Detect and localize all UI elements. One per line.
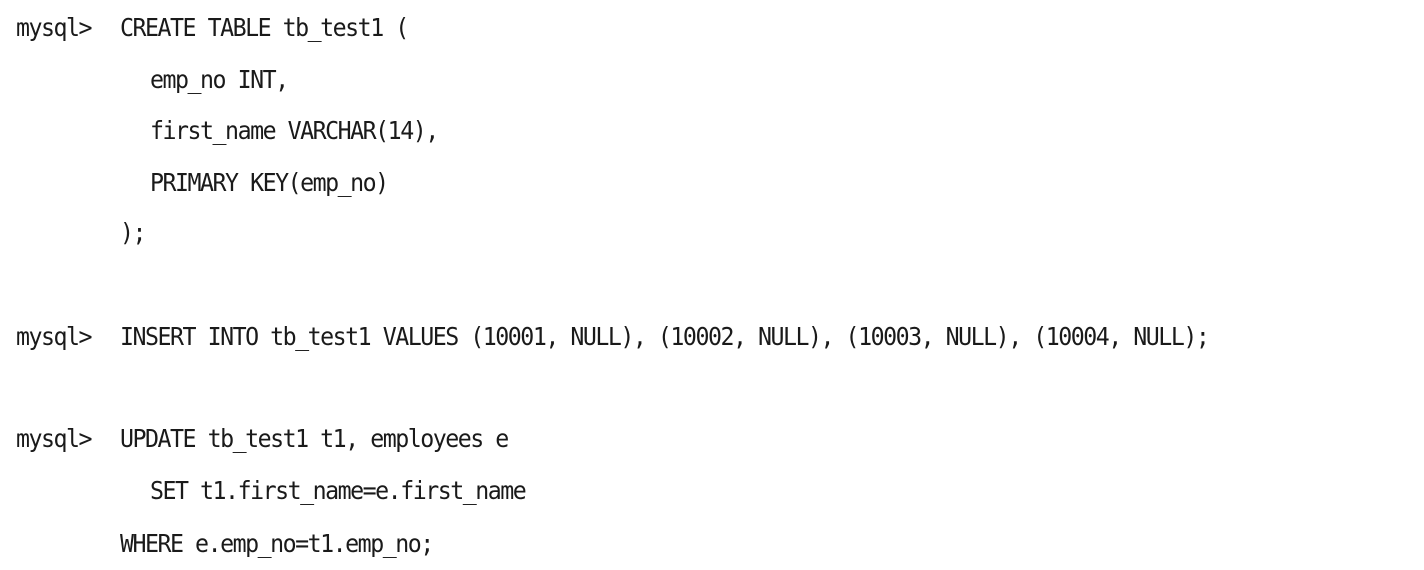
mysql-prompt: mysql> — [16, 322, 93, 351]
sql-code-block: mysql> CREATE TABLE tb_test1 ( emp_no IN… — [0, 0, 1424, 570]
create-table-close: ); — [120, 218, 147, 247]
column-def-first-name: first_name VARCHAR(14), — [150, 116, 439, 145]
mysql-prompt: mysql> — [16, 13, 93, 42]
update-where-clause: WHERE e.emp_no=t1.emp_no; — [120, 529, 434, 558]
primary-key-def: PRIMARY KEY(emp_no) — [150, 168, 389, 197]
create-table-line: CREATE TABLE tb_test1 ( — [120, 13, 409, 42]
update-statement-line: UPDATE tb_test1 t1, employees e — [120, 424, 509, 453]
mysql-prompt: mysql> — [16, 424, 93, 453]
insert-statement-line: INSERT INTO tb_test1 VALUES (10001, NULL… — [120, 322, 1210, 351]
column-def-emp-no: emp_no INT, — [150, 65, 289, 94]
update-set-clause: SET t1.first_name=e.first_name — [150, 476, 527, 505]
